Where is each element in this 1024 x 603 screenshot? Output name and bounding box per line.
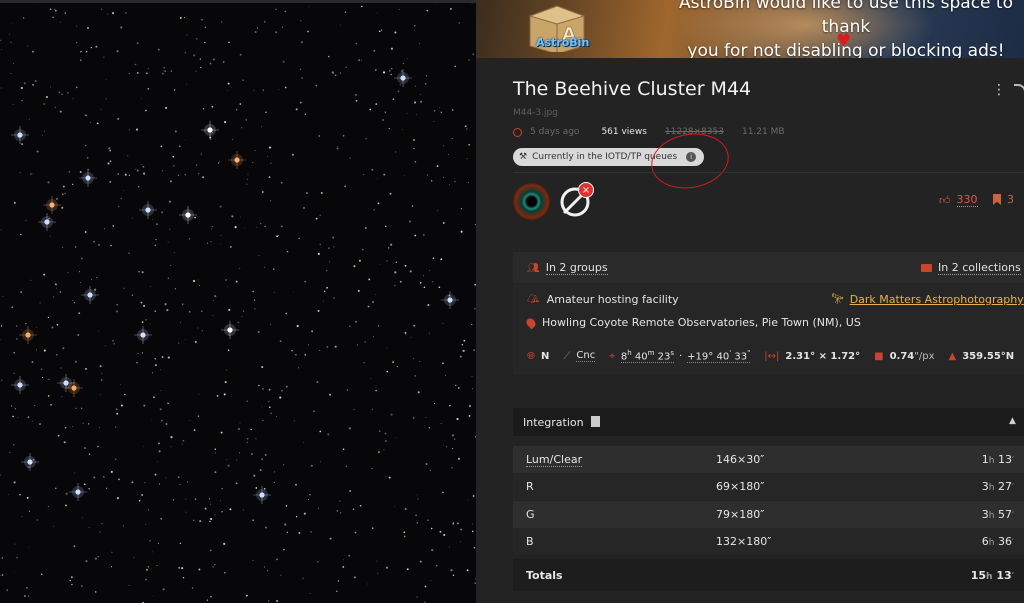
close-icon[interactable]: × [578,182,594,198]
viewer-top-border [0,0,476,3]
total-time: 6h 36′ [981,535,1014,548]
hammer-icon: ⚒ [519,152,528,162]
total-time: 1h 13′ [981,453,1014,466]
rotation-item: ▲ 359.55°N [948,351,1014,362]
totals-label: Totals [526,569,563,582]
facility-box: ⛺︎ Amateur hosting facility 🔭︎ Dark Matt… [513,283,1024,375]
integration-title: Integration [523,416,584,429]
bookmark-count: 3 [1007,193,1014,206]
facility-type-row: ⛺︎ Amateur hosting facility [527,293,679,306]
avatar[interactable] [513,183,550,220]
totals-row: Totals 15h 13′ [513,559,1024,591]
file-size: 11.21 MB [741,127,785,137]
map-pin-icon [524,316,538,329]
constellation-value: Cnc [576,350,596,363]
chevron-up-icon[interactable]: ▲ [1009,416,1016,426]
frames-value: 146×30″ [716,453,765,466]
coord-separator: · [678,350,683,362]
filter-name: R [526,480,534,493]
ra-dec-item[interactable]: ⌖ 8h 40m 23s · +19° 40' 33" [609,349,751,364]
frames-value: 132×180″ [716,535,772,548]
like-count: 330 [956,193,978,207]
fov-value: 2.31° × 1.72° [785,350,861,362]
filter-name: G [526,508,535,521]
document-icon[interactable] [591,416,600,427]
location-label: Howling Coyote Remote Observatories, Pie… [542,316,861,329]
pixel-scale-item: ■ 0.74 "/px [874,351,934,362]
groups-collections-bar: 👥︎ In 2 groups In 2 collections [513,252,1024,283]
integration-header[interactable]: Integration ▲ [513,408,1024,436]
rotation-value: 359.55°N [962,350,1015,362]
totals-time: 15h 13′ [970,569,1014,582]
fov-icon: |↔| [764,350,780,362]
share-icon[interactable] [1014,84,1024,96]
table-row: B 132×180″ 6h 36′ [513,528,1024,555]
ra-value: 8h 40m 23s [620,349,674,364]
page: A AstroBin AstroBin would like to use th… [0,0,1024,603]
divider [513,172,1024,173]
coordinates-row: 🌐︎ N ⟋ Cnc ⌖ 8h 40m 23s · +19° 40' 33" |… [527,349,1024,364]
pixel-scale-icon: ■ [874,350,884,362]
astrobin-logo-text: AstroBin [536,36,590,49]
table-row: R 69×180″ 3h 27′ [513,473,1024,500]
groups-label: In 2 groups [545,261,608,275]
globe-icon: 🌐︎ [527,350,535,362]
telescope-icon: 🔭︎ [831,294,844,305]
collections-link[interactable]: In 2 collections [921,261,1021,275]
image-title: The Beehive Cluster M44 [513,78,752,100]
constellation-item[interactable]: ⟋ Cnc [563,350,596,363]
heart-icon: ♥ [836,31,852,51]
table-row: Lum/Clear 146×30″ 1h 13′ [513,446,1024,473]
location-row: Howling Coyote Remote Observatories, Pie… [524,316,861,329]
crosshair-icon: ⌖ [609,350,615,362]
bookmark-button[interactable]: 3 [993,193,1014,206]
tent-icon: ⛺︎ [527,294,540,305]
table-row: G 79×180″ 3h 57′ [513,501,1024,528]
author-link[interactable]: 🔭︎ Dark Matters Astrophotography [831,293,1024,306]
total-time: 3h 57′ [981,508,1014,521]
thumbs-up-icon: 👍︎ [939,193,951,207]
groups-link[interactable]: 👥︎ In 2 groups [527,261,608,275]
author-link-label: Dark Matters Astrophotography [849,293,1024,306]
fov-item: |↔| 2.31° × 1.72° [764,351,860,362]
frames-value: 79×180″ [716,508,765,521]
dec-value: +19° 40' 33" [687,349,751,364]
more-options-icon[interactable]: ⋮ [992,82,1006,98]
north-arrow-icon: ▲ [948,350,957,362]
total-time: 3h 27′ [981,480,1014,493]
bookmark-icon [993,194,1001,205]
pixel-scale-unit: "/px [914,350,935,362]
facility-type: Amateur hosting facility [546,293,679,306]
ad-banner[interactable]: A AstroBin AstroBin would like to use th… [476,0,1024,58]
collections-label: In 2 collections [938,261,1021,275]
like-button[interactable]: 👍︎ 330 [939,193,978,207]
pixel-scale-value: 0.74 [889,350,915,362]
starfield-image [0,0,476,603]
frames-value: 69×180″ [716,480,765,493]
filter-name[interactable]: Lum/Clear [526,453,583,467]
image-filename: M44-3.jpg [513,108,558,118]
constellation-icon: ⟋ [563,350,571,362]
image-meta-row: 5 days ago 561 views 11228×8353 11.21 MB [513,126,785,138]
clock-icon [513,127,522,137]
people-icon: 👥︎ [527,262,540,274]
upload-date: 5 days ago [530,127,580,137]
image-viewer[interactable] [0,0,476,603]
hemisphere-value: N [541,350,550,362]
folder-icon [921,264,932,272]
filter-name: B [526,535,534,548]
view-count: 561 views [601,127,647,137]
image-details-panel: A AstroBin AstroBin would like to use th… [476,0,1024,603]
hemisphere-item: 🌐︎ N [527,351,549,362]
